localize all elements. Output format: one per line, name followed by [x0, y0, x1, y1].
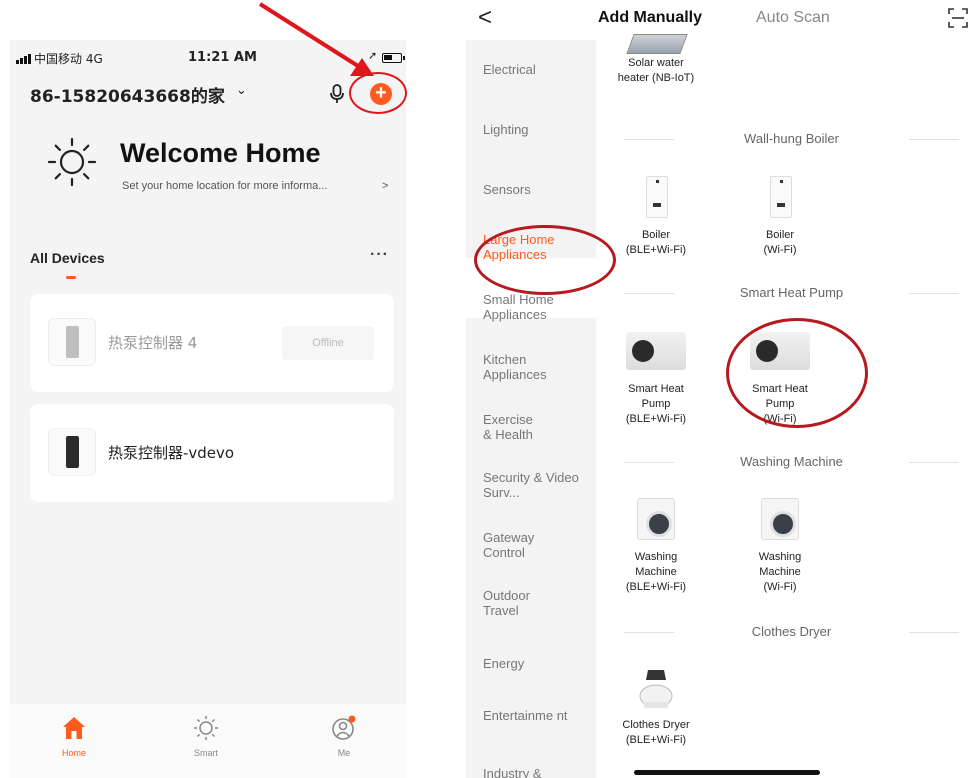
product-name: Smart Heat Pump [628, 383, 684, 410]
device-name: 热泵控制器-vdevo [108, 444, 235, 462]
category-large-home-appliances[interactable]: Large Home Appliances [483, 232, 563, 262]
add-device-screen: < Add Manually Auto Scan Electrical Ligh… [466, 0, 979, 778]
profile-icon [332, 715, 356, 740]
heat-pump-image [750, 332, 810, 370]
house-icon [63, 717, 85, 739]
category-electrical[interactable]: Electrical [483, 62, 593, 77]
heat-pump-image [626, 332, 686, 370]
category-sidebar: Electrical Lighting Sensors Large Home A… [466, 40, 596, 778]
tab-add-manually[interactable]: Add Manually [598, 9, 702, 27]
product-connection: (BLE+Wi-Fi) [625, 734, 687, 746]
device-card[interactable]: 热泵控制器-vdevo [30, 404, 394, 502]
tab-label: Me [337, 748, 351, 758]
product-connection: (BLE+Wi-Fi) [625, 581, 687, 593]
product-connection: (BLE+Wi-Fi) [625, 244, 687, 256]
product-label: Solar water heater (NB-IoT) [617, 57, 695, 84]
section-header: Washing Machine [624, 454, 959, 470]
category-energy[interactable]: Energy [483, 656, 593, 671]
product-washing-machine-ble[interactable]: Washing Machine (BLE+Wi-Fi) [608, 496, 704, 595]
clothes-dryer-image [639, 670, 673, 708]
product-name: Washing Machine [634, 551, 678, 578]
category-security[interactable]: Security & Video Surv... [483, 470, 587, 500]
more-icon[interactable]: ··· [370, 246, 389, 264]
welcome-title: Welcome Home [120, 138, 321, 168]
category-small-home-appliances[interactable]: Small Home Appliances [483, 292, 567, 322]
product-boiler-ble[interactable]: Boiler (BLE+Wi-Fi) [608, 174, 704, 258]
section-title: Wall-hung Boiler [736, 131, 847, 146]
product-name: Washing Machine [758, 551, 802, 578]
product-connection: (Wi-Fi) [763, 413, 797, 425]
product-connection: (Wi-Fi) [763, 581, 797, 593]
tab-home[interactable]: Home [34, 714, 114, 758]
back-icon[interactable]: < [478, 4, 492, 32]
set-location-link[interactable]: Set your home location for more informa.… [122, 180, 327, 192]
category-outdoor-travel[interactable]: Outdoor Travel [483, 588, 543, 618]
product-connection: (Wi-Fi) [763, 244, 797, 256]
washing-machine-image [637, 498, 675, 540]
category-lighting[interactable]: Lighting [483, 122, 593, 137]
status-badge: Offline [282, 326, 374, 360]
product-solar-water-heater[interactable]: Solar water heater (NB-IoT) [608, 34, 704, 86]
solar-heater-image [626, 34, 688, 54]
product-name: Boiler [765, 229, 795, 241]
device-card[interactable]: 热泵控制器 4 Offline [30, 294, 394, 392]
tab-all-devices[interactable]: All Devices [30, 250, 105, 266]
product-name: Clothes Dryer [622, 719, 690, 731]
section-title: Smart Heat Pump [731, 285, 852, 300]
product-list: Solar water heater (NB-IoT) Wall-hung Bo… [596, 34, 979, 778]
top-nav: < Add Manually Auto Scan [466, 0, 979, 40]
category-industry[interactable]: Industry & [483, 766, 593, 778]
product-heat-pump-wifi[interactable]: Smart Heat Pump (Wi-Fi) [732, 328, 828, 427]
washing-machine-image [761, 498, 799, 540]
product-heat-pump-ble[interactable]: Smart Heat Pump (BLE+Wi-Fi) [608, 328, 704, 427]
signal-icon [16, 54, 32, 64]
section-header: Smart Heat Pump [624, 285, 959, 301]
category-entertainment[interactable]: Entertainme nt [483, 708, 579, 723]
chevron-down-icon[interactable]: ⌄ [236, 82, 247, 98]
product-name: Boiler [641, 229, 671, 241]
section-title: Clothes Dryer [743, 624, 840, 639]
home-selector[interactable]: 86-15820643668的家 [30, 82, 225, 107]
product-boiler-wifi[interactable]: Boiler (Wi-Fi) [732, 174, 828, 258]
category-sensors[interactable]: Sensors [483, 182, 593, 197]
tab-smart[interactable]: Smart [166, 714, 246, 758]
device-name: 热泵控制器 4 [108, 334, 198, 352]
sun-icon [47, 137, 97, 187]
annotation-arrow [258, 2, 374, 76]
device-thumbnail [48, 428, 96, 476]
boiler-image [770, 176, 792, 218]
bottom-tab-bar: Home Smart Me [10, 704, 406, 778]
carrier-label: 中国移动 4G [34, 52, 103, 66]
product-washing-machine-wifi[interactable]: Washing Machine (Wi-Fi) [732, 496, 828, 595]
tab-underline [66, 276, 76, 279]
chevron-right-icon[interactable]: > [382, 180, 388, 192]
product-name: Smart Heat Pump [752, 383, 808, 410]
tab-me[interactable]: Me [304, 714, 384, 758]
home-indicator [634, 770, 820, 775]
boiler-image [646, 176, 668, 218]
category-gateway-control[interactable]: Gateway Control [483, 530, 553, 560]
sun-icon [194, 716, 218, 740]
home-screen: 中国移动 4G 11:21 AM ➚ 86-15820643668的家 ⌄ + … [10, 40, 406, 778]
tab-label: Home [61, 748, 86, 758]
product-connection: (BLE+Wi-Fi) [625, 413, 687, 425]
tab-auto-scan[interactable]: Auto Scan [756, 9, 830, 27]
device-thumbnail [48, 318, 96, 366]
product-clothes-dryer-ble[interactable]: Clothes Dryer (BLE+Wi-Fi) [608, 664, 704, 748]
tab-label: Smart [193, 748, 218, 758]
section-title: Washing Machine [732, 454, 851, 469]
category-exercise-health[interactable]: Exercise & Health [483, 412, 543, 442]
status-time: 11:21 AM [188, 50, 257, 65]
category-kitchen-appliances[interactable]: Kitchen Appliances [483, 352, 563, 382]
section-header: Wall-hung Boiler [624, 131, 959, 147]
scan-icon[interactable] [948, 8, 968, 28]
section-header: Clothes Dryer [624, 624, 959, 640]
